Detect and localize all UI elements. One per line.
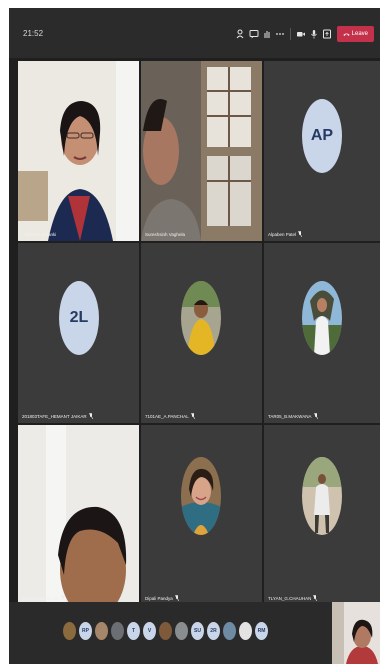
strip-avatar[interactable]: RM: [255, 622, 268, 640]
participant-video: [18, 425, 139, 605]
strip-avatar[interactable]: [95, 622, 108, 640]
participant-name: TAR05_B.MAKWANA: [268, 413, 318, 419]
participant-name: 7101AE_A.PANCHAL: [145, 413, 195, 419]
strip-avatar[interactable]: [239, 622, 252, 640]
mic-muted-icon: [190, 413, 195, 419]
participant-name: Lalitaben Solanki: [22, 232, 57, 237]
strip-avatar[interactable]: [111, 622, 124, 640]
strip-avatar[interactable]: V: [143, 622, 156, 640]
raise-hand-icon[interactable]: [262, 28, 272, 40]
strip-avatar[interactable]: T: [127, 622, 140, 640]
strip-avatar[interactable]: SU: [191, 622, 204, 640]
strip-avatar[interactable]: 2R: [207, 622, 220, 640]
camera-icon[interactable]: [296, 28, 306, 40]
meeting-window: 21:52 Leave Lalitaben Solanki Sureshsinh…: [9, 8, 380, 664]
toolbar-divider: [289, 28, 291, 40]
overflow-participants: RP T V SU 2R RM: [63, 622, 268, 640]
self-view-video[interactable]: [332, 602, 380, 664]
participant-tile[interactable]: Dipali Pandya: [141, 425, 262, 605]
participant-name: Sureshsinh Vaghela: [145, 232, 185, 237]
participant-name: Dipali Pandya: [145, 595, 179, 601]
more-options-icon[interactable]: [275, 28, 285, 40]
strip-avatar[interactable]: [159, 622, 172, 640]
microphone-icon[interactable]: [309, 28, 319, 40]
participant-avatar: [302, 281, 342, 355]
participants-icon[interactable]: [236, 28, 246, 40]
strip-avatar[interactable]: [63, 622, 76, 640]
call-timer: 21:52: [23, 28, 44, 38]
participant-avatar: [181, 281, 221, 355]
participant-tile[interactable]: 7101AE_A.PANCHAL: [141, 243, 262, 423]
phone-hangup-icon: [342, 32, 350, 36]
participant-video: [18, 61, 139, 241]
participant-video: [141, 61, 262, 241]
participant-avatar: 2L: [59, 281, 99, 355]
chat-icon[interactable]: [249, 28, 259, 40]
strip-avatar[interactable]: [175, 622, 188, 640]
mic-muted-icon: [174, 595, 179, 601]
strip-avatar[interactable]: [223, 622, 236, 640]
participant-tile[interactable]: AP Alpaben Patel: [264, 61, 380, 241]
participant-tile[interactable]: Sureshsinh Vaghela: [141, 61, 262, 241]
participant-strip: RP T V SU 2R RM: [9, 602, 380, 664]
participant-name: TLYAN_G.CHAUHAN: [268, 595, 318, 601]
share-screen-icon[interactable]: [322, 28, 332, 40]
participant-name: Thakorbhai Nayak: [22, 595, 65, 601]
mic-muted-icon: [313, 413, 318, 419]
mic-muted-icon: [60, 595, 65, 601]
mic-muted-icon: [313, 595, 318, 601]
meeting-toolbar: 21:52 Leave: [9, 8, 380, 58]
call-controls: Leave: [236, 26, 374, 42]
participant-avatar: [181, 457, 221, 535]
strip-avatar[interactable]: RP: [79, 622, 92, 640]
participant-tile[interactable]: TLYAN_G.CHAUHAN: [264, 425, 380, 605]
participant-tile[interactable]: TAR05_B.MAKWANA: [264, 243, 380, 423]
participant-avatar: AP: [302, 99, 342, 173]
mic-muted-icon: [298, 231, 303, 237]
participant-tile[interactable]: 2L 201803TAFE_HEMANT JAIKAR: [18, 243, 139, 423]
participant-tile[interactable]: Thakorbhai Nayak: [18, 425, 139, 605]
leave-button[interactable]: Leave: [336, 26, 374, 42]
leave-label: Leave: [351, 31, 368, 37]
participant-name: 201803TAFE_HEMANT JAIKAR: [22, 413, 93, 419]
participant-tile[interactable]: Lalitaben Solanki: [18, 61, 139, 241]
participant-name: Alpaben Patel: [268, 231, 303, 237]
participant-avatar: [302, 457, 342, 535]
mic-muted-icon: [88, 413, 93, 419]
